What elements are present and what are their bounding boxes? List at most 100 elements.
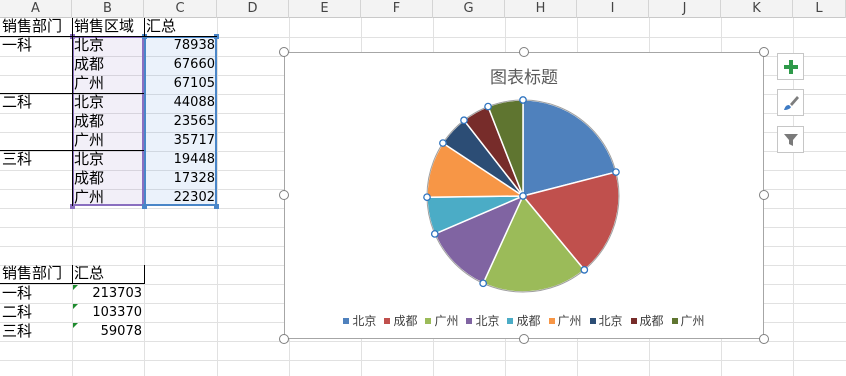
spreadsheet: A B C D E F G H I J K L 销售部门 销售区域 汇总 一科 … xyxy=(0,0,846,376)
legend-entry[interactable]: 广州 xyxy=(548,312,582,329)
chart-filters-button[interactable] xyxy=(777,126,804,153)
legend-swatch xyxy=(466,317,473,324)
brush-icon xyxy=(783,95,799,110)
legend-label: 北京 xyxy=(352,314,377,328)
table1-total-cell[interactable]: 19448 xyxy=(144,150,217,169)
series-selection-point[interactable] xyxy=(580,266,589,274)
table2-total-cell[interactable]: 103370 xyxy=(72,303,144,322)
column-header-b[interactable]: B xyxy=(72,0,144,18)
table-border xyxy=(144,265,145,284)
table1-region-cell[interactable]: 成都 xyxy=(72,55,106,74)
pie-chart[interactable]: 图表标题 北京 成都 广州 北京 成都 广州 北京 成都 广州 xyxy=(284,52,764,339)
series-selection-point[interactable] xyxy=(484,102,492,111)
resize-handle[interactable] xyxy=(279,334,289,344)
legend-swatch xyxy=(671,317,678,324)
pie-plot-area[interactable] xyxy=(285,53,765,340)
column-header-i[interactable]: I xyxy=(577,0,649,18)
column-header-d[interactable]: D xyxy=(217,0,289,18)
series-selection-point[interactable] xyxy=(430,230,439,238)
table1-dept-cell[interactable]: 一科 xyxy=(0,36,34,55)
resize-handle[interactable] xyxy=(759,190,769,200)
legend-label: 广州 xyxy=(434,314,459,328)
legend-entry[interactable]: 广州 xyxy=(425,312,458,329)
resize-handle[interactable] xyxy=(519,47,529,57)
table1-region-cell[interactable]: 成都 xyxy=(72,169,106,188)
resize-handle[interactable] xyxy=(759,47,769,57)
plus-icon xyxy=(783,59,798,74)
column-header-row: A B C D E F G H I J K L xyxy=(0,0,846,18)
table1-total-cell[interactable]: 23565 xyxy=(144,112,217,131)
column-header-c[interactable]: C xyxy=(144,0,217,18)
series-selection-point[interactable] xyxy=(519,192,527,200)
gridline xyxy=(0,341,846,342)
legend-entry[interactable]: 北京 xyxy=(343,312,376,329)
resize-handle[interactable] xyxy=(279,47,289,57)
table2-total-cell[interactable]: 213703 xyxy=(72,284,144,303)
legend-entry[interactable]: 成都 xyxy=(384,312,417,329)
column-header-h[interactable]: H xyxy=(505,0,577,18)
series-selection-point[interactable] xyxy=(479,279,487,288)
table1-total-cell[interactable]: 22302 xyxy=(144,188,217,207)
table2-dept-cell[interactable]: 二科 xyxy=(0,303,34,322)
table1-region-cell[interactable]: 北京 xyxy=(72,150,106,169)
table1-dept-cell[interactable]: 二科 xyxy=(0,93,34,112)
column-header-l[interactable]: L xyxy=(793,0,846,18)
series-selection-point[interactable] xyxy=(460,116,468,125)
chart-legend[interactable]: 北京 成都 广州 北京 成都 广州 北京 成都 广州 xyxy=(285,312,763,329)
chart-elements-button[interactable] xyxy=(777,53,804,80)
filter-icon xyxy=(783,133,798,146)
legend-swatch xyxy=(548,317,555,324)
table1-region-cell[interactable]: 北京 xyxy=(72,93,106,112)
table1-total-cell[interactable]: 17328 xyxy=(144,169,217,188)
table2-header-total[interactable]: 汇总 xyxy=(72,264,144,283)
table1-header-dept[interactable]: 销售部门 xyxy=(0,17,72,36)
column-header-g[interactable]: G xyxy=(433,0,505,18)
table2-total-cell[interactable]: 59078 xyxy=(72,322,144,341)
legend-swatch xyxy=(343,317,350,324)
legend-label: 北京 xyxy=(475,314,500,328)
series-selection-point[interactable] xyxy=(612,168,620,176)
legend-entry[interactable]: 北京 xyxy=(466,312,499,329)
table1-total-cell[interactable]: 67660 xyxy=(144,55,217,74)
legend-entry[interactable]: 广州 xyxy=(671,312,705,329)
resize-handle[interactable] xyxy=(519,334,529,344)
legend-label: 北京 xyxy=(598,314,623,328)
chart-styles-button[interactable] xyxy=(777,89,804,116)
legend-swatch xyxy=(630,317,637,324)
legend-label: 成都 xyxy=(393,314,418,328)
column-header-f[interactable]: F xyxy=(361,0,433,18)
table1-header-region[interactable]: 销售区域 xyxy=(72,17,144,36)
table1-dept-cell[interactable]: 三科 xyxy=(0,150,34,169)
gridline xyxy=(0,360,846,361)
column-header-j[interactable]: J xyxy=(649,0,721,18)
table1-header-total[interactable]: 汇总 xyxy=(144,17,217,36)
table2-dept-cell[interactable]: 三科 xyxy=(0,322,34,341)
legend-entry[interactable]: 北京 xyxy=(589,312,623,329)
series-selection-point[interactable] xyxy=(423,193,431,202)
legend-swatch xyxy=(384,317,391,324)
table2-header-dept[interactable]: 销售部门 xyxy=(0,264,72,283)
column-header-a[interactable]: A xyxy=(0,0,72,18)
table1-region-cell[interactable]: 广州 xyxy=(72,188,106,207)
table1-region-cell[interactable]: 广州 xyxy=(72,74,106,93)
table1-region-cell[interactable]: 广州 xyxy=(72,131,106,150)
table2-dept-cell[interactable]: 一科 xyxy=(0,284,34,303)
legend-label: 成都 xyxy=(516,314,541,328)
series-selection-point[interactable] xyxy=(519,96,527,104)
legend-swatch xyxy=(425,317,432,324)
table1-region-cell[interactable]: 北京 xyxy=(72,36,106,55)
table1-total-cell[interactable]: 44088 xyxy=(144,93,217,112)
table1-total-cell[interactable]: 78938 xyxy=(144,36,217,55)
resize-handle[interactable] xyxy=(279,190,289,200)
legend-entry[interactable]: 成都 xyxy=(507,312,541,329)
legend-label: 广州 xyxy=(680,314,705,328)
column-header-k[interactable]: K xyxy=(721,0,793,18)
table1-region-cell[interactable]: 成都 xyxy=(72,112,106,131)
table1-total-cell[interactable]: 35717 xyxy=(144,131,217,150)
legend-swatch xyxy=(507,317,514,324)
column-header-e[interactable]: E xyxy=(289,0,361,18)
series-selection-point[interactable] xyxy=(439,139,447,147)
legend-entry[interactable]: 成都 xyxy=(630,312,664,329)
resize-handle[interactable] xyxy=(759,334,769,344)
table1-total-cell[interactable]: 67105 xyxy=(144,74,217,93)
